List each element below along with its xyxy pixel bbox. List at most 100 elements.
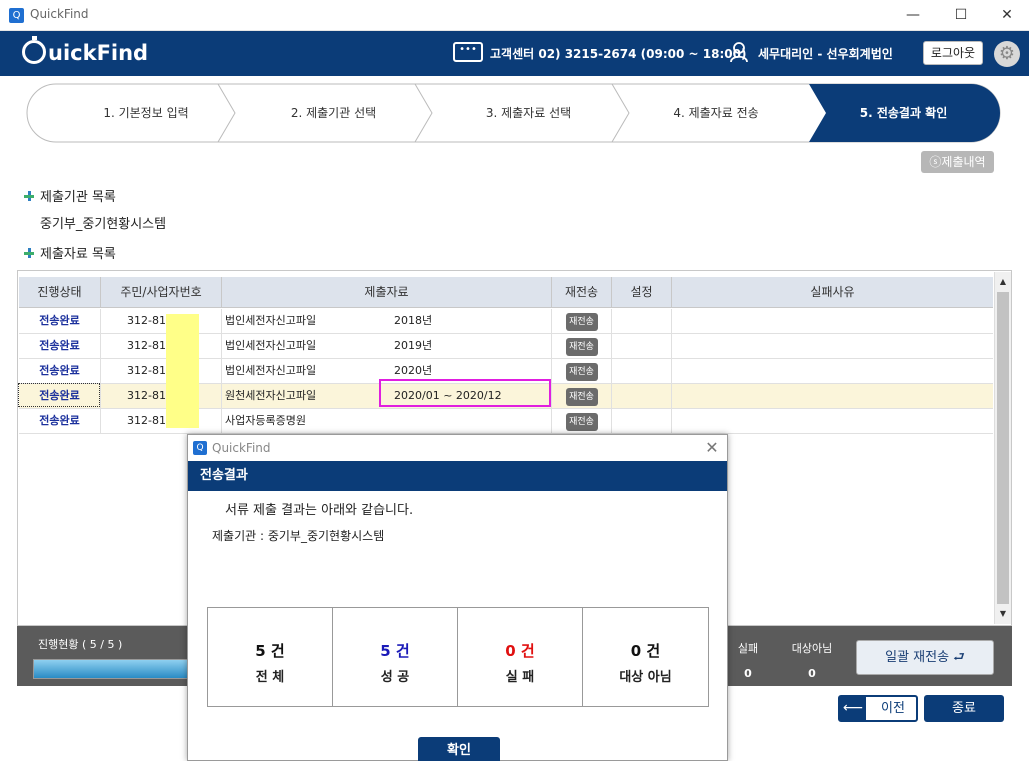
result-label: 실 패 bbox=[505, 670, 535, 685]
app-icon: Q bbox=[193, 441, 207, 455]
row-resend-cell: 재전송 bbox=[552, 334, 612, 358]
row-resend-cell: 재전송 bbox=[552, 309, 612, 333]
user-info: 세무대리인 - 선우회계법인 bbox=[758, 47, 893, 61]
row-id: 312-81- bbox=[101, 409, 222, 433]
row-fail-reason bbox=[672, 334, 993, 358]
step-4: 4. 제출자료 전송 bbox=[673, 106, 759, 120]
row-status: 전송완료 bbox=[19, 334, 101, 358]
row-id: 312-81- bbox=[101, 309, 222, 333]
resend-button[interactable]: 재전송 bbox=[565, 313, 598, 331]
app-header: uickFind ••• 고객센터 02) 3215-2674 (09:00 ~… bbox=[0, 31, 1029, 76]
result-count: 0 건 bbox=[505, 642, 535, 660]
org-name: 중기부_중기현황시스템 bbox=[40, 217, 167, 232]
header-document: 제출자료 bbox=[222, 277, 552, 308]
step-2: 2. 제출기관 선택 bbox=[290, 106, 377, 120]
row-settings[interactable] bbox=[612, 384, 672, 408]
header-settings: 설정 bbox=[612, 277, 672, 308]
result-not-applicable: 0 건 대상 아님 bbox=[583, 608, 708, 706]
bulk-resend-button[interactable]: 일괄 재전송 ⮐ bbox=[856, 640, 994, 675]
step-progress: 1. 기본정보 입력 2. 제출기관 선택 3. 제출자료 선택 4. 제출자료… bbox=[26, 83, 1001, 143]
row-fail-reason bbox=[672, 309, 993, 333]
row-id: 312-81- bbox=[101, 334, 222, 358]
quickfind-logo: uickFind bbox=[22, 36, 149, 69]
support-info: 고객센터 02) 3215-2674 (09:00 ~ 18:00) bbox=[490, 47, 747, 61]
row-period: 2018년 bbox=[382, 309, 552, 333]
row-resend-cell: 재전송 bbox=[552, 359, 612, 383]
row-document: 법인세전자신고파일 bbox=[225, 364, 317, 377]
highlight-annotation bbox=[379, 379, 551, 407]
result-dialog: Q QuickFind ✕ 전송결과 서류 제출 결과는 아래와 같습니다. 제… bbox=[187, 434, 728, 761]
row-settings[interactable] bbox=[612, 359, 672, 383]
row-settings[interactable] bbox=[612, 409, 672, 433]
dialog-message: 서류 제출 결과는 아래와 같습니다. bbox=[225, 503, 414, 518]
gear-icon[interactable]: ⚙ bbox=[994, 41, 1020, 67]
row-fail-reason bbox=[672, 409, 993, 433]
confirm-button[interactable]: 확인 bbox=[418, 737, 500, 761]
window-titlebar: Q QuickFind — ☐ ✕ bbox=[0, 0, 1029, 31]
result-label: 성 공 bbox=[380, 670, 410, 685]
submission-history-button[interactable]: ⓢ제출내역 bbox=[921, 151, 994, 173]
result-count: 5 건 bbox=[255, 642, 285, 660]
row-fail-reason bbox=[672, 359, 993, 383]
resend-button[interactable]: 재전송 bbox=[565, 413, 598, 431]
dialog-title: QuickFind bbox=[212, 441, 271, 455]
dialog-header: 전송결과 bbox=[188, 461, 727, 491]
redaction-mask bbox=[166, 314, 199, 428]
scroll-up-icon[interactable]: ▲ bbox=[995, 274, 1011, 290]
row-settings[interactable] bbox=[612, 334, 672, 358]
table-scrollbar[interactable]: ▲ ▼ bbox=[994, 272, 1011, 624]
progress-bar bbox=[33, 659, 193, 679]
row-period: 2019년 bbox=[382, 334, 552, 358]
plus-icon bbox=[24, 248, 34, 258]
header-id: 주민/사업자번호 bbox=[101, 277, 222, 308]
row-status: 전송완료 bbox=[19, 309, 101, 333]
row-document: 사업자등록증명원 bbox=[225, 414, 306, 427]
row-resend-cell: 재전송 bbox=[552, 409, 612, 433]
step-5-active: 5. 전송결과 확인 bbox=[859, 106, 948, 120]
scroll-thumb[interactable] bbox=[997, 292, 1009, 604]
row-document: 원천세전자신고파일 bbox=[225, 389, 317, 402]
step-3: 3. 제출자료 선택 bbox=[485, 106, 572, 120]
logo-text: uickFind bbox=[48, 41, 149, 65]
org-section-heading: 제출기관 목록 bbox=[24, 186, 116, 205]
minimize-button[interactable]: — bbox=[898, 4, 928, 26]
resend-button[interactable]: 재전송 bbox=[565, 388, 598, 406]
result-fail: 0 건 실 패 bbox=[458, 608, 583, 706]
row-resend-cell: 재전송 bbox=[552, 384, 612, 408]
arrow-left-icon: ⟵ bbox=[840, 697, 866, 720]
result-label: 전 체 bbox=[255, 670, 285, 685]
result-count: 0 건 bbox=[630, 642, 661, 660]
resend-button[interactable]: 재전송 bbox=[565, 338, 598, 356]
result-success: 5 건 성 공 bbox=[333, 608, 458, 706]
result-summary: 5 건 전 체 5 건 성 공 0 건 실 패 0 건 대상 아님 bbox=[207, 607, 709, 707]
header-fail-reason: 실패사유 bbox=[810, 285, 855, 299]
maximize-button[interactable]: ☐ bbox=[946, 4, 976, 26]
step-1: 1. 기본정보 입력 bbox=[103, 106, 189, 120]
header-resend: 재전송 bbox=[552, 277, 612, 308]
row-fail-reason bbox=[672, 384, 993, 408]
row-id: 312-81- bbox=[101, 359, 222, 383]
progress-fill bbox=[34, 660, 192, 678]
row-period bbox=[382, 409, 552, 433]
row-status: 전송완료 bbox=[19, 359, 101, 383]
close-icon[interactable]: ✕ bbox=[702, 438, 722, 458]
fail-value: 0 bbox=[744, 667, 752, 680]
logout-button[interactable]: 로그아웃 bbox=[923, 41, 983, 65]
row-settings[interactable] bbox=[612, 309, 672, 333]
resend-button[interactable]: 재전송 bbox=[565, 363, 598, 381]
dialog-titlebar: Q QuickFind ✕ bbox=[188, 435, 727, 461]
plus-icon bbox=[24, 191, 34, 201]
row-id: 312-81- bbox=[101, 384, 222, 408]
result-count: 5 건 bbox=[380, 642, 410, 660]
result-total: 5 건 전 체 bbox=[208, 608, 333, 706]
end-button[interactable]: 종료 bbox=[924, 695, 1004, 722]
prev-button[interactable]: ⟵ 이전 bbox=[838, 695, 918, 722]
row-status: 전송완료 bbox=[19, 409, 101, 433]
table-header: 진행상태 주민/사업자번호 제출자료 재전송 설정 실패사유 bbox=[19, 277, 993, 308]
chat-icon: ••• bbox=[453, 42, 483, 62]
close-button[interactable]: ✕ bbox=[992, 4, 1022, 26]
row-document: 법인세전자신고파일 bbox=[225, 314, 317, 327]
fail-label: 실패 bbox=[737, 642, 759, 655]
window-title: QuickFind bbox=[30, 7, 89, 21]
scroll-down-icon[interactable]: ▼ bbox=[995, 606, 1011, 622]
